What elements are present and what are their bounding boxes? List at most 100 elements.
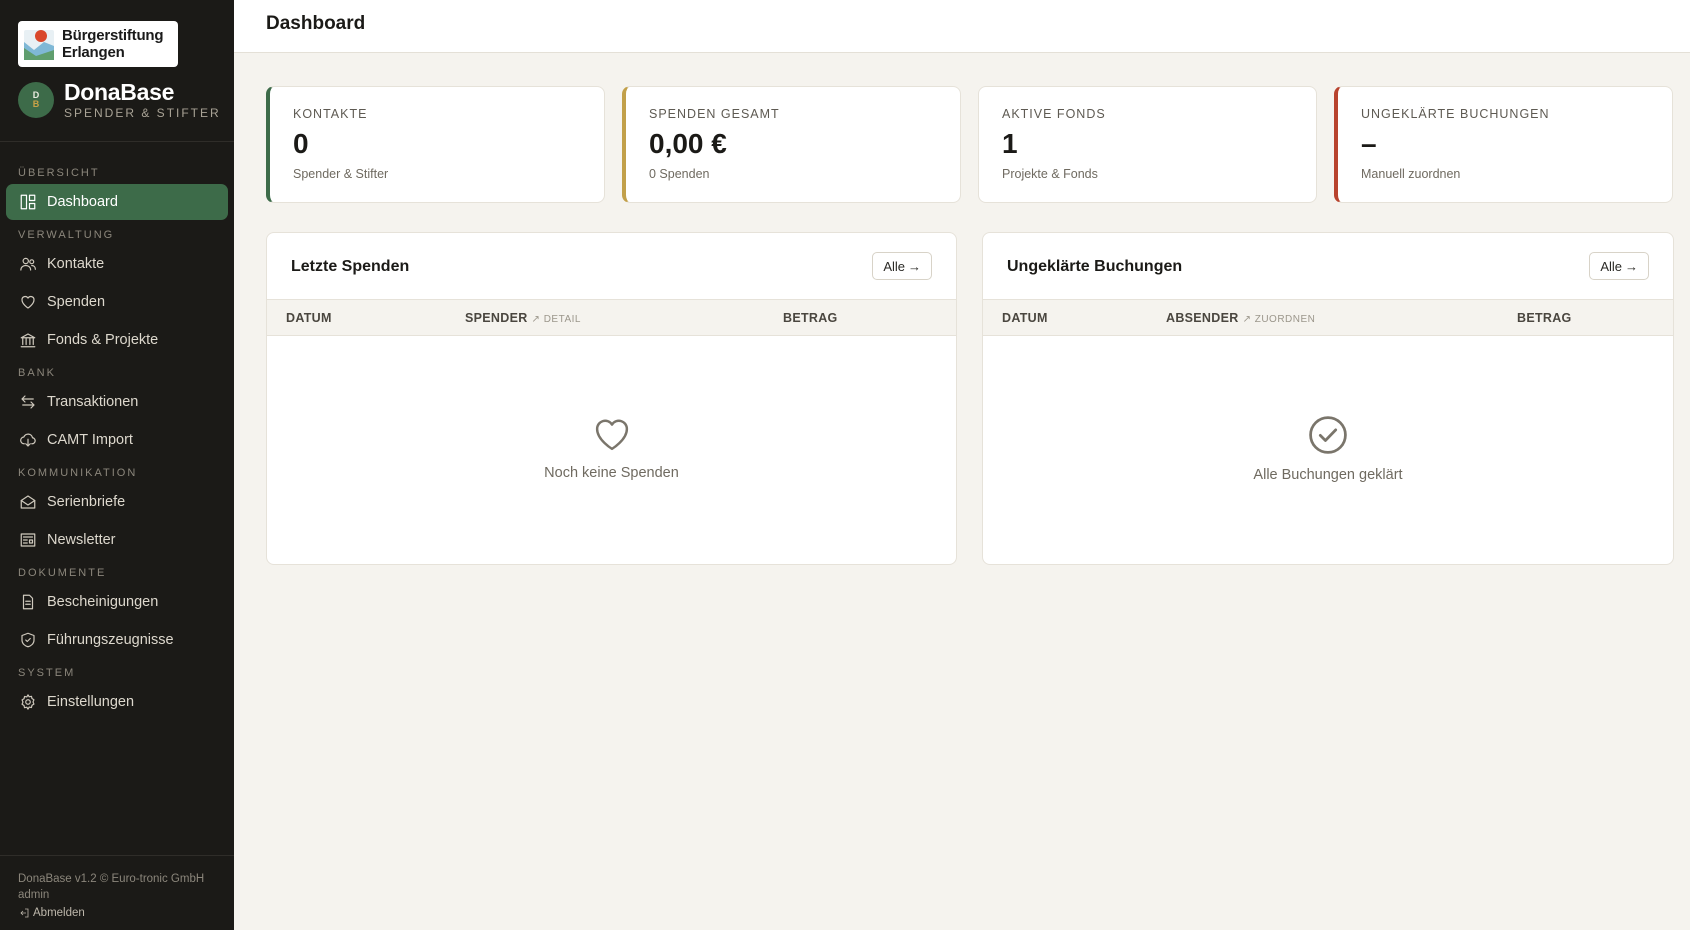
topbar: Dashboard	[234, 0, 1690, 53]
sidebar-item-label: Transaktionen	[47, 394, 139, 410]
sidebar-divider	[0, 141, 234, 142]
sidebar: Bürgerstiftung Erlangen D B DonaBase SPE…	[0, 0, 234, 930]
sidebar-item-fuehrungszeugnisse[interactable]: Führungszeugnisse	[6, 622, 228, 658]
stat-label: KONTAKTE	[293, 107, 368, 121]
column-hint: ↗ ZUORDNEN	[1242, 314, 1316, 325]
nav-section-dokumente: DOKUMENTE	[18, 567, 107, 579]
sidebar-item-label: Einstellungen	[47, 694, 135, 710]
stat-value: 1	[1002, 128, 1018, 159]
column-header-amount[interactable]: BETRAG	[783, 311, 838, 325]
sidebar-footer: DonaBase v1.2 © Euro-tronic GmbH admin A…	[18, 871, 204, 921]
arrow-right-icon: →	[908, 258, 921, 274]
sidebar-item-einstellungen[interactable]: Einstellungen	[6, 684, 228, 720]
sidebar-item-label: CAMT Import	[47, 432, 133, 448]
view-all-donations-button[interactable]: Alle →	[872, 252, 932, 280]
logout-label: Abmelden	[33, 907, 85, 919]
view-all-bookings-button[interactable]: Alle →	[1589, 252, 1649, 280]
column-header-label: SPENDER	[465, 311, 528, 325]
column-header-label: ABSENDER	[1166, 311, 1239, 325]
sidebar-item-newsletter[interactable]: Newsletter	[6, 522, 228, 558]
org-name-line2: Erlangen	[62, 44, 125, 61]
sidebar-item-label: Bescheinigungen	[47, 594, 159, 610]
heart-icon	[19, 293, 37, 311]
stat-subtext: 0 Spenden	[649, 167, 710, 181]
sidebar-item-serienbriefe[interactable]: Serienbriefe	[6, 484, 228, 520]
stat-label: AKTIVE FONDS	[1002, 107, 1106, 121]
cloud-download-icon	[19, 431, 37, 449]
sidebar-item-label: Fonds & Projekte	[47, 332, 159, 348]
arrow-right-icon: →	[1625, 258, 1638, 274]
sidebar-item-label: Newsletter	[47, 532, 116, 548]
mail-icon	[19, 493, 37, 511]
sidebar-item-label: Kontakte	[47, 256, 105, 272]
column-header-date[interactable]: DATUM	[1002, 311, 1048, 325]
sidebar-footer-divider	[0, 855, 234, 856]
stat-card-kontakte[interactable]: KONTAKTE 0 Spender & Stifter	[266, 86, 605, 203]
newspaper-icon	[19, 531, 37, 549]
stat-card-spenden-gesamt[interactable]: SPENDEN GESAMT 0,00 € 0 Spenden	[622, 86, 961, 203]
org-logo[interactable]: Bürgerstiftung Erlangen	[18, 21, 178, 67]
avatar-letter-bottom: B	[32, 99, 40, 109]
nav-section-system: SYSTEM	[18, 667, 76, 679]
stat-subtext: Manuell zuordnen	[1361, 167, 1461, 181]
sidebar-item-transaktionen[interactable]: Transaktionen	[6, 384, 228, 420]
column-header-amount[interactable]: BETRAG	[1517, 311, 1572, 325]
stat-subtext: Spender & Stifter	[293, 167, 389, 181]
dashboard-icon	[19, 193, 37, 211]
brand: D B DonaBase SPENDER & STIFTER	[18, 80, 221, 120]
org-name-line1: Bürgerstiftung	[62, 27, 164, 44]
panel-recent-donations: Letzte Spenden Alle → DATUM SPENDER ↗ DET…	[266, 232, 957, 565]
nav-section-uebersicht: ÜBERSICHT	[18, 167, 100, 179]
panel-title: Letzte Spenden	[291, 258, 410, 275]
panel-title: Ungeklärte Buchungen	[1007, 258, 1183, 275]
brand-name: DonaBase	[64, 79, 175, 105]
empty-state-text: Noch keine Spenden	[544, 465, 679, 481]
stat-card-aktive-fonds[interactable]: AKTIVE FONDS 1 Projekte & Fonds	[978, 86, 1317, 203]
column-hint: ↗ DETAIL	[531, 314, 581, 325]
table-header: DATUM SPENDER ↗ DETAIL BETRAG	[267, 299, 956, 336]
check-circle-icon	[983, 413, 1673, 457]
stat-subtext: Projekte & Fonds	[1002, 167, 1098, 181]
brand-subtitle: SPENDER & STIFTER	[64, 106, 221, 120]
table-header: DATUM ABSENDER ↗ ZUORDNEN BETRAG	[983, 299, 1673, 336]
button-label: Alle	[883, 258, 905, 274]
nav-section-bank: BANK	[18, 367, 56, 379]
sidebar-item-spenden[interactable]: Spenden	[6, 284, 228, 320]
empty-state: Alle Buchungen geklärt	[983, 413, 1673, 483]
sidebar-item-label: Führungszeugnisse	[47, 632, 174, 648]
empty-state-text: Alle Buchungen geklärt	[1253, 467, 1403, 483]
version-text: DonaBase v1.2 © Euro-tronic GmbH	[18, 873, 205, 885]
button-label: Alle	[1600, 258, 1622, 274]
empty-state: Noch keine Spenden	[267, 413, 956, 481]
nav-section-kommunikation: KOMMUNIKATION	[18, 467, 138, 479]
stat-value: 0,00 €	[649, 128, 727, 159]
stat-label: SPENDEN GESAMT	[649, 107, 780, 121]
sidebar-item-fonds[interactable]: Fonds & Projekte	[6, 322, 228, 358]
column-header-sender[interactable]: ABSENDER ↗ ZUORDNEN	[1166, 311, 1315, 325]
heart-icon	[267, 413, 956, 455]
current-user: admin	[18, 889, 50, 901]
sidebar-item-camt-import[interactable]: CAMT Import	[6, 422, 228, 458]
stat-value: 0	[293, 128, 309, 159]
panel-unresolved-bookings: Ungeklärte Buchungen Alle → DATUM ABSEND…	[982, 232, 1674, 565]
column-header-date[interactable]: DATUM	[286, 311, 332, 325]
sidebar-item-label: Dashboard	[47, 194, 118, 210]
logout-link[interactable]: Abmelden	[18, 905, 204, 921]
column-header-donor[interactable]: SPENDER ↗ DETAIL	[465, 311, 581, 325]
sidebar-item-label: Spenden	[47, 294, 106, 310]
sidebar-nav: ÜBERSICHT Dashboard VERWALTUNG Kontakte …	[0, 158, 234, 722]
sidebar-item-label: Serienbriefe	[47, 494, 126, 510]
sidebar-item-dashboard[interactable]: Dashboard	[6, 184, 228, 220]
bank-icon	[19, 331, 37, 349]
sidebar-item-bescheinigungen[interactable]: Bescheinigungen	[6, 584, 228, 620]
document-icon	[19, 593, 37, 611]
org-logo-icon	[24, 28, 54, 60]
shield-icon	[19, 631, 37, 649]
gear-icon	[19, 693, 37, 711]
stat-card-ungeklaerte-buchungen[interactable]: UNGEKLÄRTE BUCHUNGEN – Manuell zuordnen	[1334, 86, 1673, 203]
users-icon	[19, 255, 37, 273]
nav-section-verwaltung: VERWALTUNG	[18, 229, 115, 241]
avatar: D B	[18, 82, 54, 118]
sidebar-item-kontakte[interactable]: Kontakte	[6, 246, 228, 282]
page-title: Dashboard	[266, 13, 366, 34]
